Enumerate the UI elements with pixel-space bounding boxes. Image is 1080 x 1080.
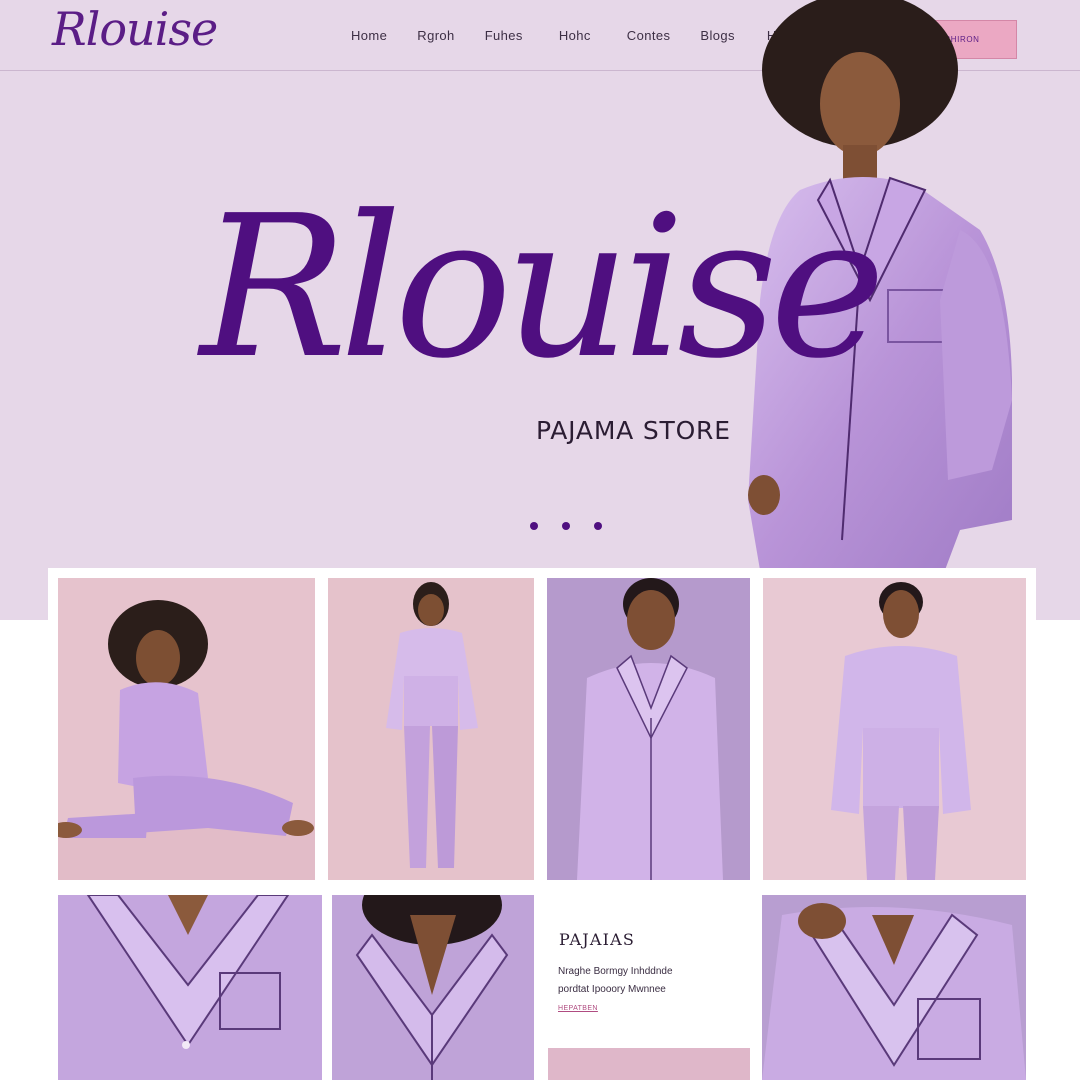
nav-item-4[interactable]: Hohc — [559, 28, 591, 43]
product-detail-collar[interactable] — [58, 895, 322, 1080]
info-card-line-1: Nraghe Bormgy Inhddnde — [558, 966, 673, 977]
dot-icon[interactable] — [562, 522, 570, 530]
info-card-link[interactable]: HEPATBEN — [558, 1005, 598, 1012]
hero-tagline: PAJAMA STORE — [536, 416, 731, 445]
hero-brand-logo: Rlouise — [200, 174, 886, 402]
nav-item-contact[interactable]: Contes — [627, 28, 671, 43]
site-logo[interactable]: Rlouise — [52, 2, 218, 56]
nav-item-2[interactable]: Rgroh — [417, 28, 454, 43]
nav-item-3[interactable]: Fuhes — [485, 28, 523, 43]
dot-icon[interactable] — [530, 522, 538, 530]
product-detail-hand[interactable] — [762, 895, 1026, 1080]
main-nav: Home Rgroh Fuhes Hohc Contes Blogs Ha — [351, 28, 784, 43]
product-image-portrait-model[interactable] — [763, 578, 1026, 880]
brand-artwork: Rlouise PAJAMA STORE — [200, 190, 886, 520]
product-detail-neckline[interactable] — [332, 895, 534, 1080]
info-card-swatch — [548, 1048, 750, 1080]
hero-banner: Rlouise Home Rgroh Fuhes Hohc Contes Blo… — [0, 0, 1080, 620]
info-card-title: PAJAIAS — [559, 930, 636, 949]
carousel-dots — [530, 522, 602, 530]
info-card-line-2: pordtat Ipooory Mwnnee — [558, 984, 666, 995]
product-image-front-model[interactable] — [547, 578, 750, 880]
dot-icon[interactable] — [594, 522, 602, 530]
product-image-sitting-model[interactable] — [58, 578, 315, 880]
info-card-text: Nraghe Bormgy Inhddnde pordtat Ipooory M… — [558, 963, 738, 999]
nav-item-home[interactable]: Home — [351, 28, 387, 43]
product-info-card: PAJAIAS Nraghe Bormgy Inhddnde pordtat I… — [548, 895, 750, 1045]
product-image-standing-model[interactable] — [328, 578, 534, 880]
